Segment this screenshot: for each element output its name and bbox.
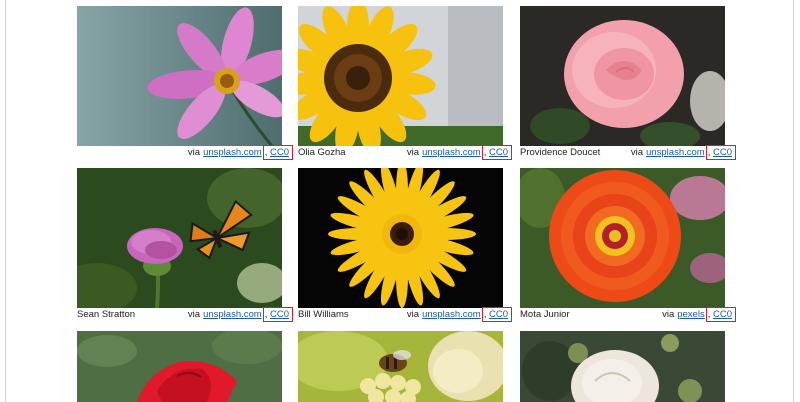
bee-flower-photo[interactable] xyxy=(298,331,503,402)
source-link[interactable]: unsplash.com xyxy=(422,309,481,320)
photographer-name: Mota Junior xyxy=(520,309,570,320)
red-rose-image xyxy=(77,331,282,402)
photographer-name: Providence Doucet xyxy=(520,147,601,158)
license-link[interactable]: CC0 xyxy=(270,147,289,158)
license-box: , CC0 xyxy=(262,145,293,160)
license-separator: , xyxy=(707,147,711,158)
credit-line: via unsplash.com, CC0 xyxy=(407,307,512,323)
photographer-name: Sean Stratton xyxy=(77,309,136,320)
source-link[interactable]: pexels xyxy=(677,309,704,320)
license-box: , CC0 xyxy=(481,307,512,322)
yellow-daisy-image xyxy=(298,168,503,308)
page-left-border xyxy=(5,0,6,402)
license-link[interactable]: CC0 xyxy=(713,147,732,158)
orange-zinnia-image xyxy=(520,168,725,308)
photographer-name: Olia Gozha xyxy=(298,147,346,158)
yellow-daisy-photo[interactable] xyxy=(298,168,503,308)
via-label: via xyxy=(187,147,201,158)
via-label: via xyxy=(406,309,420,320)
license-box: , CC0 xyxy=(481,145,512,160)
license-box: , CC0 xyxy=(705,145,736,160)
page-right-border xyxy=(793,0,794,402)
license-separator: , xyxy=(264,147,268,158)
card-caption: via unsplash.com, CC0 xyxy=(77,145,293,161)
pink-rose-image xyxy=(520,6,725,146)
license-separator: , xyxy=(707,309,711,320)
credit-line: via unsplash.com, CC0 xyxy=(188,307,293,323)
license-separator: , xyxy=(264,309,268,320)
license-link[interactable]: CC0 xyxy=(489,147,508,158)
sunflower-photo[interactable] xyxy=(298,6,503,146)
license-box: , CC0 xyxy=(262,307,293,322)
card-caption: Mota Junior via pexels, CC0 xyxy=(520,307,736,323)
butterfly-thistle-photo[interactable] xyxy=(77,168,282,308)
white-rose-image xyxy=(520,331,725,402)
via-label: via xyxy=(187,309,201,320)
red-rose-photo[interactable] xyxy=(77,331,282,402)
credit-line: via unsplash.com, CC0 xyxy=(407,145,512,161)
credit-line: via pexels, CC0 xyxy=(662,307,736,323)
via-label: via xyxy=(630,147,644,158)
license-separator: , xyxy=(483,147,487,158)
credit-line: via unsplash.com, CC0 xyxy=(188,145,293,161)
pink-rose-photo[interactable] xyxy=(520,6,725,146)
photographer-name: Bill Williams xyxy=(298,309,349,320)
butterfly-thistle-image xyxy=(77,168,282,308)
license-link[interactable]: CC0 xyxy=(489,309,508,320)
via-label: via xyxy=(406,147,420,158)
card-caption: Providence Doucet via unsplash.com, CC0 xyxy=(520,145,736,161)
sunflower-image xyxy=(298,6,503,146)
pink-cosmos-image xyxy=(77,6,282,146)
card-caption: Bill Williams via unsplash.com, CC0 xyxy=(298,307,512,323)
source-link[interactable]: unsplash.com xyxy=(203,309,262,320)
credit-line: via unsplash.com, CC0 xyxy=(631,145,736,161)
license-link[interactable]: CC0 xyxy=(713,309,732,320)
license-separator: , xyxy=(483,309,487,320)
pink-cosmos-photo[interactable] xyxy=(77,6,282,146)
card-caption: Sean Stratton via unsplash.com, CC0 xyxy=(77,307,293,323)
source-link[interactable]: unsplash.com xyxy=(646,147,705,158)
bee-flower-image xyxy=(298,331,503,402)
source-link[interactable]: unsplash.com xyxy=(203,147,262,158)
card-caption: Olia Gozha via unsplash.com, CC0 xyxy=(298,145,512,161)
license-link[interactable]: CC0 xyxy=(270,309,289,320)
license-box: , CC0 xyxy=(705,307,736,322)
via-label: via xyxy=(662,309,675,320)
white-rose-photo[interactable] xyxy=(520,331,725,402)
orange-zinnia-photo[interactable] xyxy=(520,168,725,308)
source-link[interactable]: unsplash.com xyxy=(422,147,481,158)
